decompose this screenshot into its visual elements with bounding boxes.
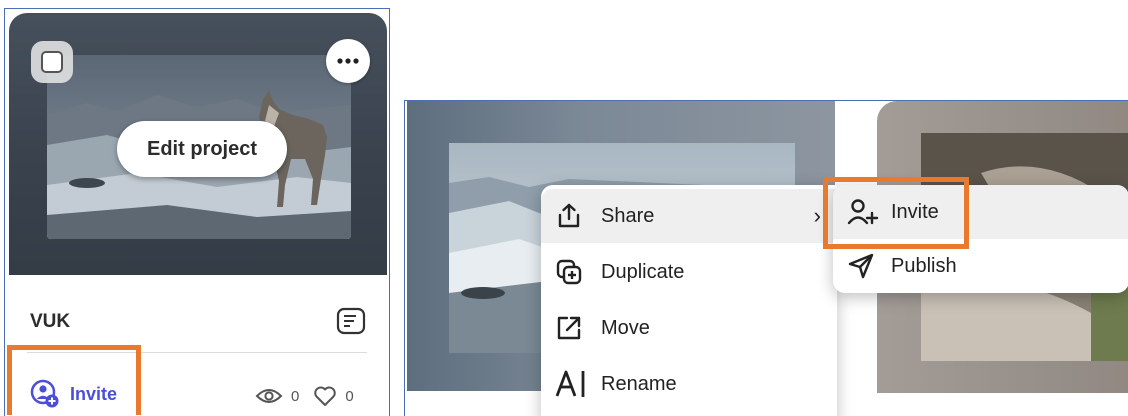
share-icon: [555, 202, 595, 230]
heart-icon[interactable]: [313, 385, 337, 407]
rename-icon: [555, 369, 595, 399]
menu-item-rename[interactable]: Rename: [541, 357, 837, 411]
likes-count: 0: [345, 387, 354, 405]
duplicate-icon: [555, 258, 595, 286]
invite-highlight-box: [7, 345, 141, 415]
submenu-invite-highlight-box: [823, 177, 969, 249]
menu-item-share[interactable]: Share ›: [541, 189, 837, 243]
menu-item-move[interactable]: Move: [541, 301, 837, 355]
menu-item-label: Share: [601, 204, 655, 227]
move-icon: [555, 314, 595, 342]
menu-item-label: Rename: [601, 372, 677, 395]
send-icon: [847, 252, 883, 280]
select-checkbox[interactable]: [31, 41, 73, 83]
edit-project-button[interactable]: Edit project: [117, 121, 287, 177]
submenu-item-label: Publish: [891, 254, 957, 277]
context-menu-panel: Share › Duplicate Move Rename Invite Pub…: [404, 100, 1128, 416]
more-options-button[interactable]: [326, 39, 370, 83]
project-stats: 0 0: [255, 385, 368, 407]
eye-icon: [255, 389, 283, 403]
project-title: VUK: [30, 311, 71, 332]
menu-item-label: Move: [601, 316, 650, 339]
more-dots-icon: [337, 58, 359, 64]
menu-item-duplicate[interactable]: Duplicate: [541, 245, 837, 299]
checkbox-square-icon: [41, 51, 63, 73]
chevron-right-icon: ›: [813, 203, 821, 228]
project-thumbnail[interactable]: Edit project: [9, 13, 387, 275]
views-count: 0: [291, 387, 300, 405]
context-menu: Share › Duplicate Move Rename: [541, 185, 837, 416]
details-icon[interactable]: [336, 307, 366, 335]
menu-item-label: Duplicate: [601, 260, 685, 283]
